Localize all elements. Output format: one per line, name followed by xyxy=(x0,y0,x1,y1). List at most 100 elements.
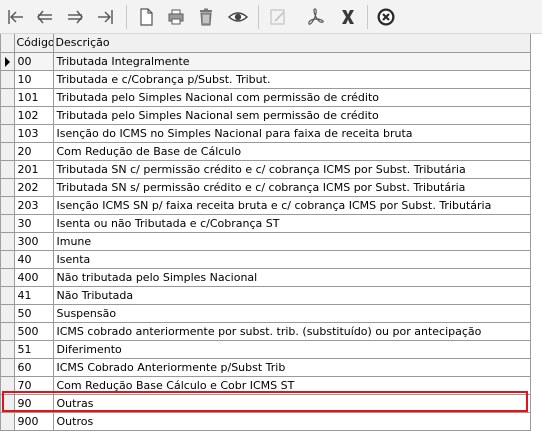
row-indicator[interactable] xyxy=(1,124,15,143)
cell-descricao[interactable]: Suspensão xyxy=(53,304,531,323)
first-record-button[interactable] xyxy=(4,5,28,29)
cell-codigo[interactable]: 500 xyxy=(14,322,54,341)
table-row[interactable]: 60 ICMS Cobrado Anteriormente p/Subst Tri… xyxy=(1,358,531,377)
cell-descricao[interactable]: Isenta xyxy=(53,250,531,269)
cell-codigo[interactable]: 900 xyxy=(14,412,54,431)
table-row[interactable]: 30 Isenta ou não Tributada e c/Cobrança S… xyxy=(1,214,531,233)
row-indicator[interactable] xyxy=(1,250,15,269)
cell-codigo[interactable]: 51 xyxy=(14,340,54,359)
row-indicator[interactable] xyxy=(1,88,15,107)
row-indicator[interactable] xyxy=(1,214,15,233)
edit-button[interactable] xyxy=(266,5,290,29)
table-row[interactable]: 400 Não tributada pelo Simples Nacional xyxy=(1,268,531,287)
row-indicator[interactable] xyxy=(1,358,15,377)
row-indicator[interactable] xyxy=(1,376,15,395)
row-indicator[interactable] xyxy=(1,178,15,197)
print-button[interactable] xyxy=(164,5,188,29)
row-indicator[interactable] xyxy=(1,412,15,431)
cell-descricao[interactable]: Não Tributada xyxy=(53,286,531,305)
toolbar-separator xyxy=(126,5,127,29)
view-button[interactable] xyxy=(226,5,250,29)
row-indicator[interactable] xyxy=(1,52,15,71)
cell-descricao[interactable]: Tributada SN s/ permissão crédito e c/ c… xyxy=(53,178,531,197)
cell-descricao[interactable]: Tributada e c/Cobrança p/Subst. Tribut. xyxy=(53,70,531,89)
table-row[interactable]: 203 Isenção ICMS SN p/ faixa receita brut… xyxy=(1,196,531,215)
cell-descricao[interactable]: Tributada pelo Simples Nacional sem perm… xyxy=(53,106,531,125)
column-header-codigo[interactable]: Código xyxy=(14,34,54,53)
row-indicator[interactable] xyxy=(1,286,15,305)
row-indicator[interactable] xyxy=(1,232,15,251)
cell-descricao[interactable]: Não tributada pelo Simples Nacional xyxy=(53,268,531,287)
cell-codigo[interactable]: 41 xyxy=(14,286,54,305)
cell-descricao[interactable]: Com Redução Base Cálculo e Cobr ICMS ST xyxy=(53,376,531,395)
cell-descricao[interactable]: Diferimento xyxy=(53,340,531,359)
pdf-export-button[interactable] xyxy=(304,5,328,29)
table-row[interactable]: 40 Isenta xyxy=(1,250,531,269)
cell-descricao[interactable]: Imune xyxy=(53,232,531,251)
cell-descricao[interactable]: Tributada SN c/ permissão crédito e c/ c… xyxy=(53,160,531,179)
cell-codigo[interactable]: 10 xyxy=(14,70,54,89)
excel-export-button[interactable] xyxy=(336,5,360,29)
cell-codigo[interactable]: 203 xyxy=(14,196,54,215)
table-row[interactable]: 500 ICMS cobrado anteriormente por subst.… xyxy=(1,322,531,341)
table-row[interactable]: 201 Tributada SN c/ permissão crédito e c… xyxy=(1,160,531,179)
table-row[interactable]: 50 Suspensão xyxy=(1,304,531,323)
cell-descricao[interactable]: Outros xyxy=(53,412,531,431)
cell-descricao[interactable]: Tributada Integralmente xyxy=(53,52,531,71)
table-row[interactable]: 70 Com Redução Base Cálculo e Cobr ICMS S… xyxy=(1,376,531,395)
table-row[interactable]: 00 Tributada Integralmente xyxy=(1,52,531,71)
row-indicator[interactable] xyxy=(1,268,15,287)
cell-codigo[interactable]: 50 xyxy=(14,304,54,323)
row-indicator[interactable] xyxy=(1,70,15,89)
row-indicator[interactable] xyxy=(1,142,15,161)
cell-descricao[interactable]: ICMS cobrado anteriormente por subst. tr… xyxy=(53,322,531,341)
column-header-descricao[interactable]: Descrição xyxy=(53,34,531,53)
row-indicator[interactable] xyxy=(1,160,15,179)
table-row[interactable]: 102 Tributada pelo Simples Nacional sem p… xyxy=(1,106,531,125)
close-button[interactable] xyxy=(374,5,398,29)
cell-codigo[interactable]: 90 xyxy=(14,394,54,413)
row-indicator[interactable] xyxy=(1,340,15,359)
cell-codigo[interactable]: 60 xyxy=(14,358,54,377)
delete-button[interactable] xyxy=(194,5,218,29)
table-row[interactable]: 90 Outras xyxy=(1,394,531,413)
previous-record-button[interactable] xyxy=(33,5,57,29)
cell-codigo[interactable]: 00 xyxy=(14,52,54,71)
table-row[interactable]: 20 Com Redução de Base de Cálculo xyxy=(1,142,531,161)
cell-descricao[interactable]: Com Redução de Base de Cálculo xyxy=(53,142,531,161)
cell-descricao[interactable]: Isenção ICMS SN p/ faixa receita bruta e… xyxy=(53,196,531,215)
table-row[interactable]: 51 Diferimento xyxy=(1,340,531,359)
cell-codigo[interactable]: 102 xyxy=(14,106,54,125)
next-record-button[interactable] xyxy=(63,5,87,29)
cell-descricao[interactable]: Tributada pelo Simples Nacional com perm… xyxy=(53,88,531,107)
table-row[interactable]: 101 Tributada pelo Simples Nacional com p… xyxy=(1,88,531,107)
cell-codigo[interactable]: 201 xyxy=(14,160,54,179)
cell-descricao[interactable]: Isenta ou não Tributada e c/Cobrança ST xyxy=(53,214,531,233)
table-row[interactable]: 900 Outros xyxy=(1,412,531,431)
last-record-button[interactable] xyxy=(93,5,117,29)
row-indicator[interactable] xyxy=(1,322,15,341)
cell-codigo[interactable]: 103 xyxy=(14,124,54,143)
table-row[interactable]: 300 Imune xyxy=(1,232,531,251)
row-indicator[interactable] xyxy=(1,394,15,413)
table-row[interactable]: 202 Tributada SN s/ permissão crédito e c… xyxy=(1,178,531,197)
cell-codigo[interactable]: 202 xyxy=(14,178,54,197)
table-row[interactable]: 41 Não Tributada xyxy=(1,286,531,305)
cell-codigo[interactable]: 20 xyxy=(14,142,54,161)
new-document-button[interactable] xyxy=(134,5,158,29)
table-row[interactable]: 10 Tributada e c/Cobrança p/Subst. Tribut… xyxy=(1,70,531,89)
cell-codigo[interactable]: 30 xyxy=(14,214,54,233)
row-indicator[interactable] xyxy=(1,106,15,125)
cell-descricao[interactable]: ICMS Cobrado Anteriormente p/Subst Trib xyxy=(53,358,531,377)
cell-codigo[interactable]: 101 xyxy=(14,88,54,107)
row-indicator[interactable] xyxy=(1,196,15,215)
cell-descricao[interactable]: Outras xyxy=(53,394,531,413)
cell-codigo[interactable]: 40 xyxy=(14,250,54,269)
cst-grid[interactable]: Código Descrição 00 Tributada Integralmen… xyxy=(0,34,542,431)
table-row[interactable]: 103 Isenção do ICMS no Simples Nacional p… xyxy=(1,124,531,143)
cell-descricao[interactable]: Isenção do ICMS no Simples Nacional para… xyxy=(53,124,531,143)
cell-codigo[interactable]: 70 xyxy=(14,376,54,395)
row-indicator[interactable] xyxy=(1,304,15,323)
cell-codigo[interactable]: 400 xyxy=(14,268,54,287)
cell-codigo[interactable]: 300 xyxy=(14,232,54,251)
